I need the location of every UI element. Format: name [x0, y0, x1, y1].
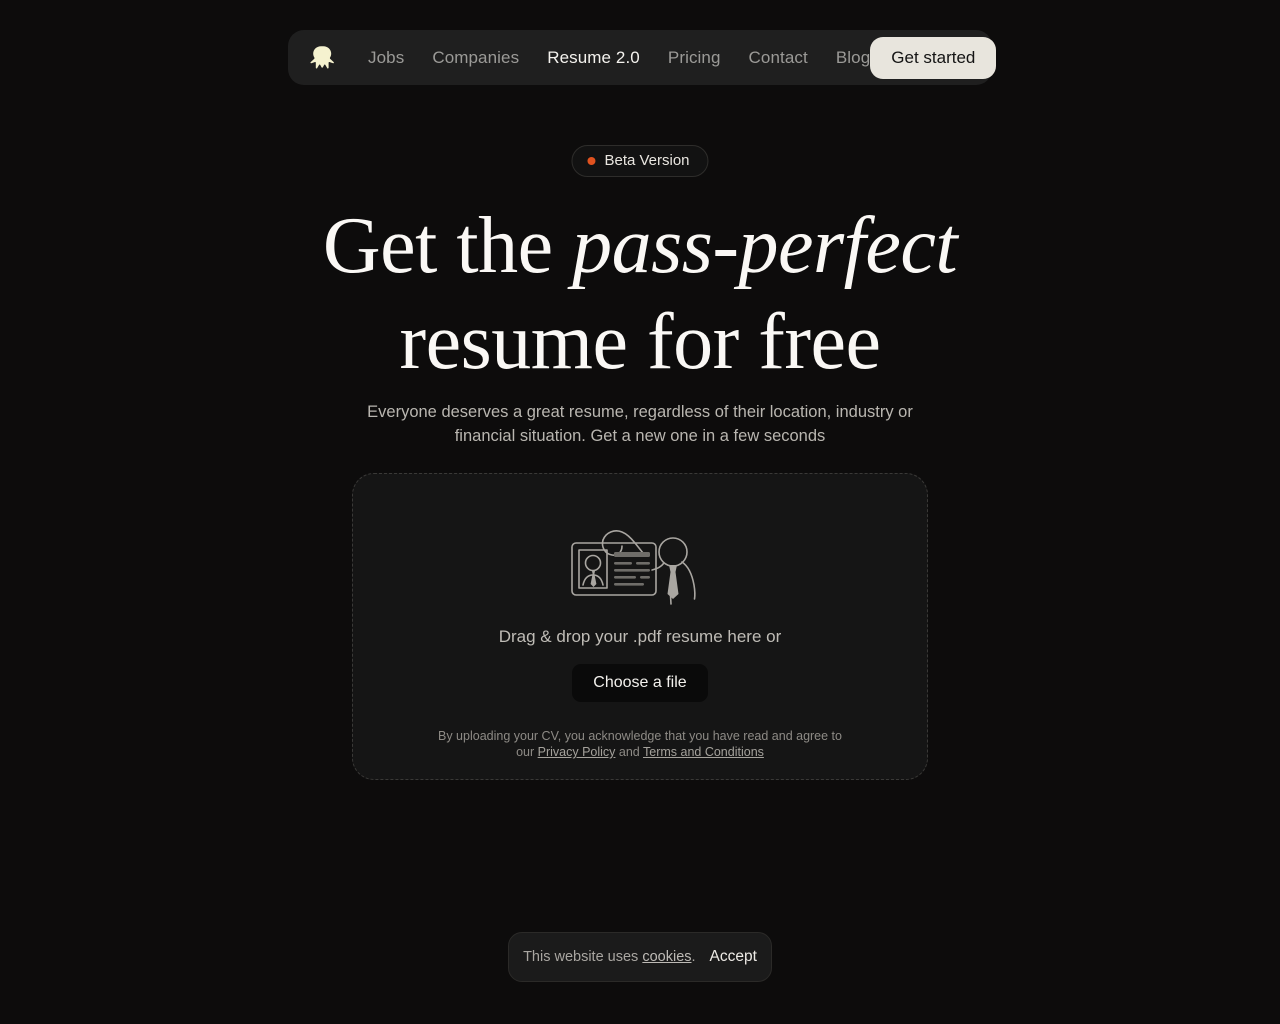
cookie-consent-banner: This website uses cookies. Accept	[508, 932, 772, 982]
drag-drop-instruction: Drag & drop your .pdf resume here or	[498, 627, 782, 646]
headline-part-2: resume for free	[399, 298, 881, 386]
choose-file-button[interactable]: Choose a file	[572, 664, 708, 702]
hero-subtitle: Everyone deserves a great resume, regard…	[367, 403, 913, 445]
nav-links: Jobs Companies Resume 2.0 Pricing Contac…	[368, 49, 870, 66]
nav-link-jobs[interactable]: Jobs	[368, 49, 404, 66]
headline-part-1: Get the	[322, 202, 573, 290]
beta-badge-label: Beta Version	[604, 152, 690, 169]
terms-and-conditions-link[interactable]: Terms and Conditions	[643, 745, 764, 759]
octopus-logo-icon[interactable]	[300, 37, 342, 79]
nav-link-companies[interactable]: Companies	[432, 49, 519, 66]
nav-link-pricing[interactable]: Pricing	[668, 49, 721, 66]
upload-legal-notice: By uploading your CV, you acknowledge th…	[430, 728, 850, 760]
cookie-text-prefix: This website uses	[523, 948, 643, 965]
nav-link-blog[interactable]: Blog	[836, 49, 870, 66]
nav-link-contact[interactable]: Contact	[749, 49, 808, 66]
headline-emphasis: pass-perfect	[572, 202, 958, 290]
resume-upload-dropzone[interactable]: Drag & drop your .pdf resume here or Cho…	[352, 473, 928, 780]
cookie-banner-text: This website uses cookies.	[523, 950, 695, 965]
nav-link-resume-2-0[interactable]: Resume 2.0	[547, 49, 640, 66]
cookie-accept-button[interactable]: Accept	[710, 949, 757, 965]
get-started-button[interactable]: Get started	[870, 36, 997, 79]
page-title: Get the pass-perfect resume for free	[0, 206, 1280, 382]
cookies-link[interactable]: cookies	[642, 949, 691, 965]
main-navbar: Jobs Companies Resume 2.0 Pricing Contac…	[288, 30, 997, 85]
legal-conjunction-text: and	[615, 745, 643, 759]
resume-id-card-person-icon	[570, 517, 710, 607]
privacy-policy-link[interactable]: Privacy Policy	[538, 745, 616, 759]
beta-version-badge: Beta Version	[571, 145, 709, 177]
cookie-text-suffix: .	[691, 948, 696, 965]
beta-status-dot-icon	[587, 156, 596, 165]
